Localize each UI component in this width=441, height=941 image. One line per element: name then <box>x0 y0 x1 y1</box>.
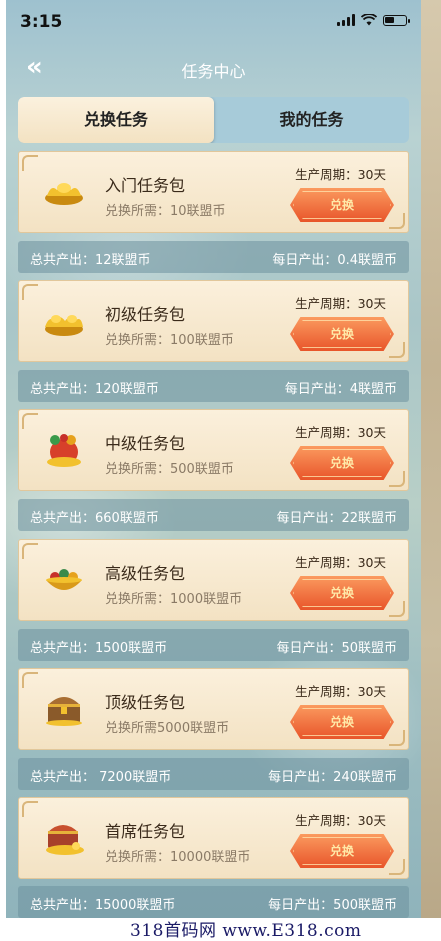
card-period: 生产周期：30天 <box>295 813 386 828</box>
exchange-button[interactable]: 兑换 <box>290 834 394 868</box>
exchange-button[interactable]: 兑换 <box>290 188 394 222</box>
card-cost: 兑换所需：10000联盟币 <box>105 850 251 865</box>
card-cost: 兑换所需5000联盟币 <box>105 721 230 736</box>
total-output: 总共产出：120联盟币 <box>30 382 159 397</box>
wifi-icon <box>361 14 377 26</box>
signal-icon <box>337 14 355 26</box>
daily-output: 每日产出：4联盟币 <box>284 382 397 397</box>
watermark-text: 318首码网 www.E318.com <box>130 921 362 941</box>
card-name: 中级任务包 <box>105 434 186 453</box>
status-icons <box>337 14 410 26</box>
app-screen: 3:15 « 任务中心 兑换任务 我的任务 入门任务包 兑换所需：10联盟币 生… <box>6 0 421 918</box>
daily-output: 每日产出：500联盟币 <box>268 898 397 913</box>
task-card: 入门任务包 兑换所需：10联盟币 生产周期：30天 兑换 <box>18 151 409 233</box>
task-card: 首席任务包 兑换所需：10000联盟币 生产周期：30天 兑换 <box>18 797 409 879</box>
gold-ingot-icon <box>45 183 83 205</box>
card-period: 生产周期：30天 <box>295 684 386 699</box>
exchange-button[interactable]: 兑换 <box>290 317 394 351</box>
treasure-bag-icon <box>47 434 81 467</box>
status-time: 3:15 <box>20 12 63 32</box>
tab-exchange-tasks[interactable]: 兑换任务 <box>18 97 214 143</box>
daily-output: 每日产出：0.4联盟币 <box>272 253 397 268</box>
output-bar: 总共产出： 7200联盟币 每日产出：240联盟币 <box>18 758 409 790</box>
status-bar: 3:15 <box>6 0 421 44</box>
nav-bar: « 任务中心 <box>6 48 421 88</box>
output-bar: 总共产出：660联盟币 每日产出：22联盟币 <box>18 499 409 531</box>
card-period: 生产周期：30天 <box>295 296 386 311</box>
battery-icon <box>383 14 410 26</box>
total-output: 总共产出：660联盟币 <box>30 511 159 526</box>
card-period: 生产周期：30天 <box>295 167 386 182</box>
side-background <box>421 0 441 918</box>
task-card: 顶级任务包 兑换所需5000联盟币 生产周期：30天 兑换 <box>18 668 409 750</box>
jewel-bowl-icon <box>46 569 82 590</box>
card-period: 生产周期：30天 <box>295 555 386 570</box>
tab-bar: 兑换任务 我的任务 <box>18 97 409 143</box>
card-name: 高级任务包 <box>105 564 186 583</box>
card-cost: 兑换所需：100联盟币 <box>105 333 234 348</box>
card-cost: 兑换所需：10联盟币 <box>105 204 226 219</box>
card-name: 入门任务包 <box>105 176 186 195</box>
output-bar: 总共产出：1500联盟币 每日产出：50联盟币 <box>18 629 409 661</box>
daily-output: 每日产出：240联盟币 <box>268 770 397 785</box>
card-cost: 兑换所需：1000联盟币 <box>105 592 243 607</box>
exchange-button[interactable]: 兑换 <box>290 576 394 610</box>
output-bar: 总共产出：120联盟币 每日产出：4联盟币 <box>18 370 409 402</box>
tab-my-tasks[interactable]: 我的任务 <box>214 97 409 143</box>
card-name: 首席任务包 <box>105 822 186 841</box>
card-name: 初级任务包 <box>105 305 186 324</box>
exchange-button[interactable]: 兑换 <box>290 446 394 480</box>
card-period: 生产周期：30天 <box>295 425 386 440</box>
exchange-button[interactable]: 兑换 <box>290 705 394 739</box>
task-card: 初级任务包 兑换所需：100联盟币 生产周期：30天 兑换 <box>18 280 409 362</box>
card-cost: 兑换所需：500联盟币 <box>105 462 234 477</box>
total-output: 总共产出：15000联盟币 <box>30 898 176 913</box>
output-bar: 总共产出：15000联盟币 每日产出：500联盟币 <box>18 886 409 918</box>
page-title: 任务中心 <box>181 62 246 81</box>
card-name: 顶级任务包 <box>105 693 186 712</box>
task-card: 高级任务包 兑换所需：1000联盟币 生产周期：30天 兑换 <box>18 539 409 621</box>
daily-output: 每日产出：22联盟币 <box>276 511 397 526</box>
total-output: 总共产出： 7200联盟币 <box>30 770 172 785</box>
gold-ingot-pile-icon <box>45 315 83 336</box>
treasure-chest-icon <box>46 697 82 726</box>
treasure-chest-gold-icon <box>46 825 84 855</box>
daily-output: 每日产出：50联盟币 <box>276 641 397 656</box>
task-card: 中级任务包 兑换所需：500联盟币 生产周期：30天 兑换 <box>18 409 409 491</box>
output-bar: 总共产出：12联盟币 每日产出：0.4联盟币 <box>18 241 409 273</box>
total-output: 总共产出：1500联盟币 <box>30 641 168 656</box>
total-output: 总共产出：12联盟币 <box>30 253 151 268</box>
